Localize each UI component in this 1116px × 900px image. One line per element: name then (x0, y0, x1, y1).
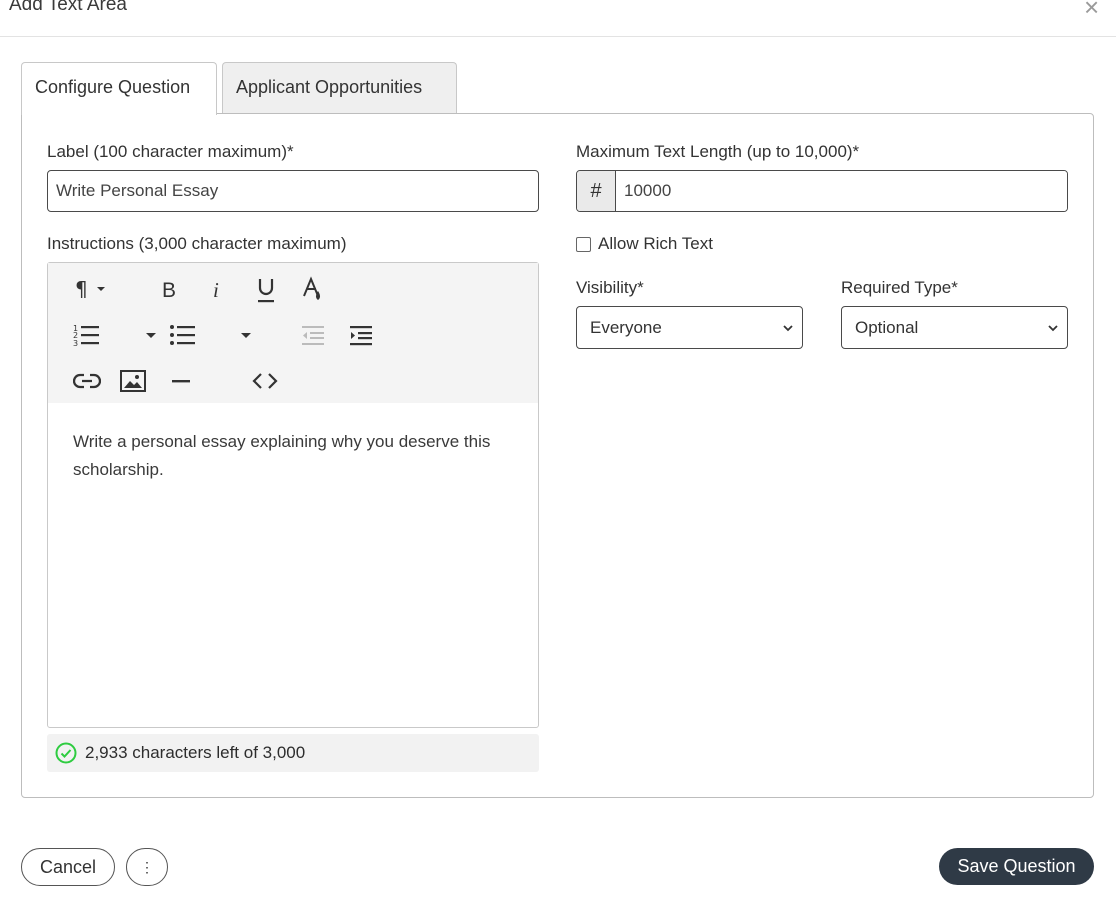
visibility-value: Everyone (590, 317, 662, 337)
font-color-icon[interactable] (298, 275, 326, 305)
character-counter-text: 2,933 characters left of 3,000 (85, 743, 306, 762)
instructions-content[interactable]: Write a personal essay explaining why yo… (73, 428, 518, 484)
max-length-field: # (576, 170, 1068, 212)
svg-text:¶: ¶ (75, 277, 88, 301)
svg-text:B: B (162, 279, 176, 301)
hash-prefix: # (577, 171, 616, 211)
more-vertical-icon: ⋮ (140, 858, 154, 875)
label-field-label: Label (100 character maximum)* (47, 142, 294, 161)
instructions-label: Instructions (3,000 character maximum) (47, 234, 347, 253)
allow-rich-text-label: Allow Rich Text (598, 234, 713, 253)
bold-icon[interactable]: B (156, 275, 184, 303)
visibility-select[interactable]: Everyone (576, 306, 803, 349)
dialog-title: Add Text Area (9, 0, 127, 15)
required-type-value: Optional (855, 317, 919, 337)
editor-toolbar: ¶ B i 123 (48, 263, 538, 403)
svg-text:i: i (213, 278, 219, 301)
character-counter: 2,933 characters left of 3,000 (47, 734, 539, 772)
label-input[interactable] (47, 170, 539, 212)
svg-text:3: 3 (73, 339, 78, 347)
code-view-icon[interactable] (250, 367, 280, 395)
tab-applicant-opportunities[interactable]: Applicant Opportunities (222, 62, 457, 114)
save-question-button[interactable]: Save Question (939, 848, 1094, 885)
image-icon[interactable] (118, 367, 148, 395)
horizontal-rule-icon[interactable] (166, 367, 196, 395)
paragraph-icon[interactable]: ¶ (72, 275, 112, 303)
header-divider (0, 36, 1116, 37)
tab-configure-question[interactable]: Configure Question (21, 62, 217, 115)
allow-rich-text-row: Allow Rich Text (576, 234, 713, 254)
indent-icon[interactable] (346, 321, 376, 349)
visibility-label: Visibility* (576, 278, 644, 297)
bulleted-list-dropdown-icon[interactable] (239, 327, 253, 343)
chevron-down-icon (1047, 320, 1059, 340)
cancel-button[interactable]: Cancel (21, 848, 115, 886)
allow-rich-text-checkbox[interactable] (576, 236, 591, 252)
close-icon[interactable]: × (1084, 0, 1099, 20)
max-length-input[interactable] (616, 171, 1067, 211)
max-length-label: Maximum Text Length (up to 10,000)* (576, 142, 860, 161)
outdent-icon[interactable] (298, 321, 328, 349)
more-options-button[interactable]: ⋮ (126, 848, 168, 886)
check-circle-icon (55, 742, 77, 764)
chevron-down-icon (782, 320, 794, 340)
link-icon[interactable] (72, 367, 102, 395)
numbered-list-dropdown-icon[interactable] (144, 327, 158, 343)
required-type-label: Required Type* (841, 278, 958, 297)
numbered-list-icon[interactable]: 123 (72, 321, 102, 349)
required-type-select[interactable]: Optional (841, 306, 1068, 349)
underline-icon[interactable] (252, 275, 280, 305)
bulleted-list-icon[interactable] (168, 321, 198, 349)
italic-icon[interactable]: i (204, 275, 232, 303)
